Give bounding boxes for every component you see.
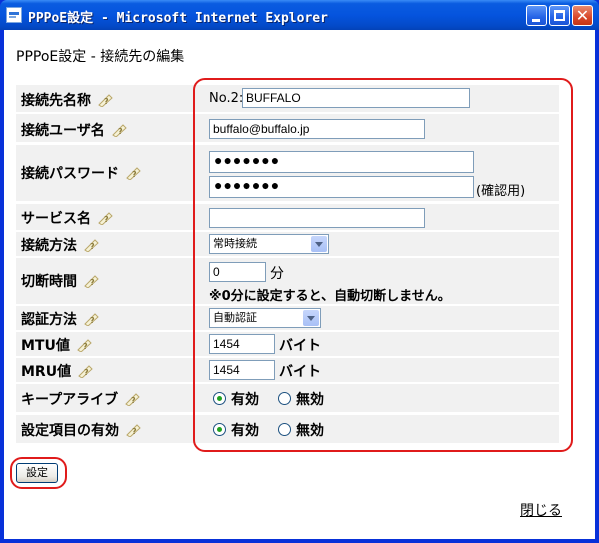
form-highlight-box [193, 78, 573, 452]
title-bar[interactable]: PPPoE設定 - Microsoft Internet Explorer ✕ [0, 0, 599, 30]
help-icon[interactable]: ? [111, 123, 128, 137]
help-icon[interactable]: ? [125, 423, 142, 437]
help-icon[interactable]: ? [77, 364, 94, 378]
close-link[interactable]: 閉じる [520, 500, 562, 520]
close-icon: ✕ [575, 6, 590, 25]
set-button[interactable]: 設定 [16, 463, 58, 483]
service-name-label: サービス名 [21, 211, 91, 227]
help-icon[interactable]: ? [125, 166, 142, 180]
ie-window: PPPoE設定 - Microsoft Internet Explorer ✕ … [0, 0, 599, 543]
page-content: PPPoE設定 - 接続先の編集 接続先名称? No.2: BUFFALO 接続… [4, 30, 595, 539]
ie-page-icon [6, 7, 22, 23]
password-label: 接続パスワード [21, 166, 119, 182]
disconnect-time-label: 切断時間 [21, 274, 77, 290]
svg-text:?: ? [84, 368, 89, 377]
setting-enabled-label: 設定項目の有効 [21, 423, 119, 439]
window-title: PPPoE設定 - Microsoft Internet Explorer [28, 11, 328, 26]
svg-text:?: ? [90, 278, 95, 287]
svg-text:?: ? [83, 342, 88, 351]
maximize-button[interactable] [549, 5, 570, 26]
help-icon[interactable]: ? [76, 338, 93, 352]
username-label: 接続ユーザ名 [21, 123, 105, 139]
svg-text:?: ? [90, 242, 95, 251]
connection-method-label: 接続方法 [21, 238, 77, 254]
svg-text:?: ? [90, 316, 95, 325]
svg-text:?: ? [104, 215, 109, 224]
svg-text:?: ? [131, 396, 136, 405]
connection-name-label: 接続先名称 [21, 93, 91, 109]
help-icon[interactable]: ? [97, 93, 114, 107]
svg-text:?: ? [118, 127, 123, 136]
keepalive-label: キープアライブ [21, 392, 119, 408]
minimize-icon [532, 19, 540, 22]
help-icon[interactable]: ? [83, 238, 100, 252]
help-icon[interactable]: ? [97, 211, 114, 225]
help-icon[interactable]: ? [124, 392, 141, 406]
auth-method-label: 認証方法 [21, 312, 77, 328]
svg-text:?: ? [132, 170, 137, 179]
page-title: PPPoE設定 - 接続先の編集 [16, 49, 185, 65]
help-icon[interactable]: ? [83, 274, 100, 288]
minimize-button[interactable] [526, 5, 547, 26]
svg-text:?: ? [104, 97, 109, 106]
help-icon[interactable]: ? [83, 312, 100, 326]
close-window-button[interactable]: ✕ [572, 5, 593, 26]
svg-text:?: ? [132, 427, 137, 436]
mru-label: MRU値 [21, 364, 72, 380]
maximize-icon [554, 10, 565, 21]
mtu-label: MTU値 [21, 338, 70, 354]
